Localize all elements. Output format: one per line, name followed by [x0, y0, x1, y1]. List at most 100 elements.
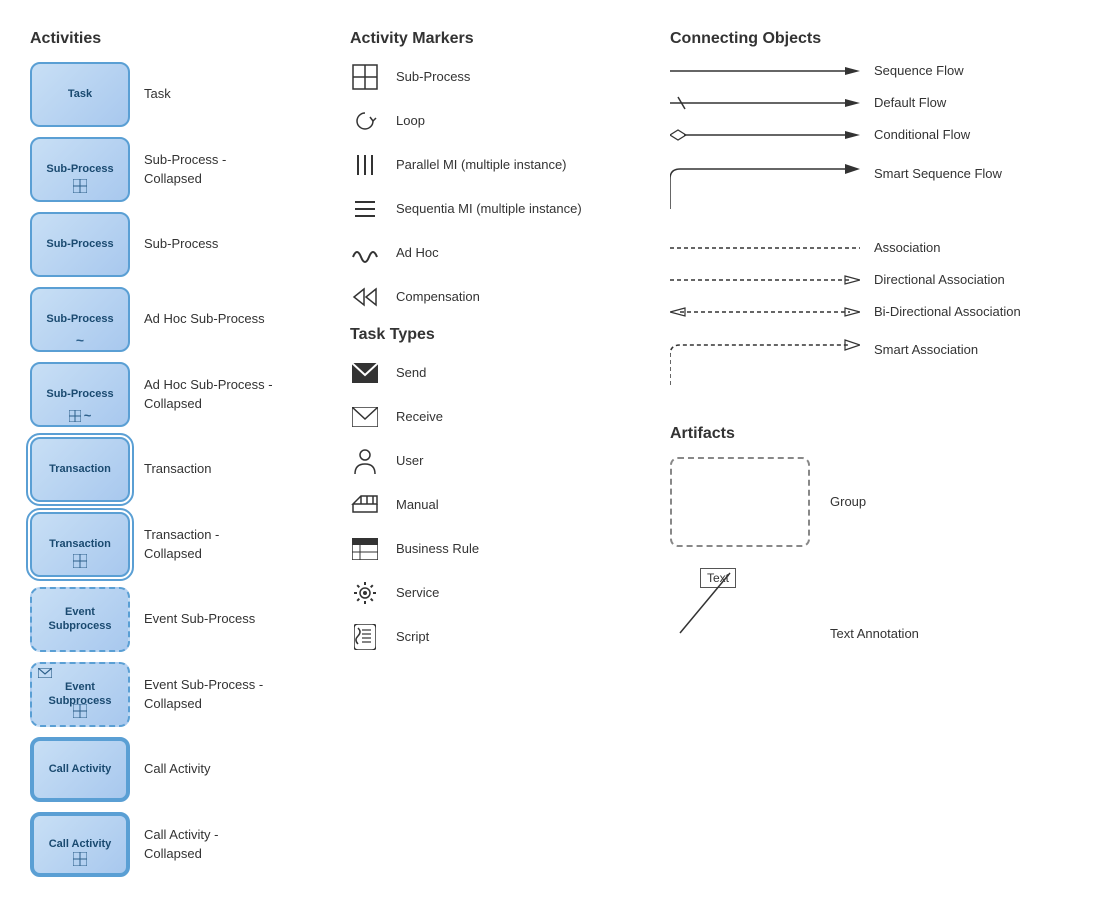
smart-sequence-flow-line: [670, 159, 860, 219]
smart-association-label: Smart Association: [874, 341, 978, 359]
activities-title: Activities: [30, 30, 330, 48]
task-manual: Manual: [350, 490, 650, 520]
task-send: Send: [350, 358, 650, 388]
task-script: Script: [350, 622, 650, 652]
marker-parallel-mi: Parallel MI (multiple instance): [350, 150, 650, 180]
manual-icon: [350, 490, 380, 520]
default-flow-line: [670, 94, 860, 112]
user-label: User: [396, 452, 423, 470]
business-rule-icon: [350, 534, 380, 564]
script-label: Script: [396, 628, 429, 646]
event-sub-process-label: Event Sub-Process: [144, 610, 255, 628]
activity-markers-title: Activity Markers: [350, 30, 650, 48]
directional-association-label: Directional Association: [874, 271, 1005, 289]
transaction-label: Transaction: [144, 460, 211, 478]
transaction-collapsed-shape[interactable]: Transaction: [30, 512, 130, 577]
adhoc-sub-process-collapsed-item: Sub-Process ~ Ad Hoc Sub-Process -Collap…: [30, 362, 330, 427]
event-sub-process-collapsed-label: Event Sub-Process -Collapsed: [144, 676, 263, 712]
connecting-section: Connecting Objects Sequence Flow Default…: [660, 20, 1120, 897]
adhoc-label: Ad Hoc: [396, 244, 439, 262]
grid-marker-icon: [73, 179, 87, 196]
bi-directional-association-line: [670, 303, 860, 321]
send-icon: [350, 358, 380, 388]
sub-process-shape[interactable]: Sub-Process: [30, 212, 130, 277]
sub-process-collapsed-item: Sub-Process Sub-Process -Collapsed: [30, 137, 330, 202]
event-sub-process-collapsed-shape[interactable]: EventSubprocess: [30, 662, 130, 727]
sequential-mi-icon: [350, 194, 380, 224]
connecting-objects-title: Connecting Objects: [670, 30, 1120, 48]
association-line: [670, 239, 860, 257]
sub-process-item: Sub-Process Sub-Process: [30, 212, 330, 277]
annotation-connector-line: [670, 563, 750, 643]
sequence-flow-label: Sequence Flow: [874, 62, 964, 80]
adhoc-sub-process-collapsed-label: Ad Hoc Sub-Process -Collapsed: [144, 376, 273, 412]
parallel-mi-icon: [350, 150, 380, 180]
adhoc-sub-process-item: Sub-Process ~ Ad Hoc Sub-Process: [30, 287, 330, 352]
sequence-flow-line: [670, 62, 860, 80]
sub-process-label: Sub-Process: [144, 235, 218, 253]
task-shape[interactable]: Task: [30, 62, 130, 127]
call-activity-item: Call Activity Call Activity: [30, 737, 330, 802]
task-user: User: [350, 446, 650, 476]
tilde-icon: ~: [76, 332, 84, 348]
transaction-item: Transaction Transaction: [30, 437, 330, 502]
call-activity-collapsed-item: Call Activity Call Activity -Collapsed: [30, 812, 330, 877]
task-business-rule: Business Rule: [350, 534, 650, 564]
parallel-mi-label: Parallel MI (multiple instance): [396, 156, 567, 174]
smart-association-line: [670, 335, 860, 395]
task-types-title: Task Types: [350, 326, 650, 344]
service-label: Service: [396, 584, 439, 602]
call-activity-grid-icon: [73, 852, 87, 869]
transaction-collapsed-label: Transaction -Collapsed: [144, 526, 219, 562]
loop-marker-label: Loop: [396, 112, 425, 130]
default-flow-label: Default Flow: [874, 94, 946, 112]
event-sub-process-shape[interactable]: EventSubprocess: [30, 587, 130, 652]
group-box-shape[interactable]: [670, 457, 810, 547]
sub-process-marker-icon: [350, 62, 380, 92]
task-types-section: Task Types Send: [350, 326, 650, 652]
association-item: Association: [670, 239, 1120, 257]
event-sub-process-item: EventSubprocess Event Sub-Process: [30, 587, 330, 652]
marker-sequential-mi: Sequentia MI (multiple instance): [350, 194, 650, 224]
compensation-icon: [350, 282, 380, 312]
bi-directional-association-label: Bi-Directional Association: [874, 303, 1021, 321]
sequence-flow-item: Sequence Flow: [670, 62, 1120, 80]
sub-process-marker-label: Sub-Process: [396, 68, 470, 86]
manual-label: Manual: [396, 496, 439, 514]
event-grid-icon: [73, 704, 87, 721]
artifacts-title: Artifacts: [670, 425, 1120, 443]
user-icon: [350, 446, 380, 476]
text-annotation-item: Text Text Annotation: [670, 563, 1120, 643]
adhoc-sub-process-collapsed-shape[interactable]: Sub-Process ~: [30, 362, 130, 427]
sub-process-collapsed-label: Sub-Process -Collapsed: [144, 151, 226, 187]
task-receive: Receive: [350, 402, 650, 432]
transaction-collapsed-item: Transaction Transaction -Collapsed: [30, 512, 330, 577]
call-activity-shape[interactable]: Call Activity: [30, 737, 130, 802]
sequential-mi-label: Sequentia MI (multiple instance): [396, 200, 582, 218]
send-label: Send: [396, 364, 426, 382]
transaction-shape[interactable]: Transaction: [30, 437, 130, 502]
loop-marker-icon: [350, 106, 380, 136]
directional-association-line: [670, 271, 860, 289]
task-label: Task: [144, 85, 171, 103]
receive-label: Receive: [396, 408, 443, 426]
compensation-label: Compensation: [396, 288, 480, 306]
call-activity-collapsed-shape[interactable]: Call Activity: [30, 812, 130, 877]
adhoc-icon: [350, 238, 380, 268]
marker-loop: Loop: [350, 106, 650, 136]
directional-association-item: Directional Association: [670, 271, 1120, 289]
event-sub-process-collapsed-item: EventSubprocess Event Sub-Process -Colla…: [30, 662, 330, 727]
group-artifact-item: Group: [670, 457, 1120, 547]
markers-section: Activity Markers Sub-Process Loop: [340, 20, 660, 897]
sub-process-collapsed-shape[interactable]: Sub-Process: [30, 137, 130, 202]
conditional-flow-item: Conditional Flow: [670, 126, 1120, 144]
conditional-flow-line: [670, 126, 860, 144]
adhoc-sub-process-shape[interactable]: Sub-Process ~: [30, 287, 130, 352]
receive-icon: [350, 402, 380, 432]
group-label: Group: [830, 493, 866, 511]
task-item: Task Task: [30, 62, 330, 127]
activities-section: Activities Task Task Sub-Process Sub-P: [20, 20, 340, 897]
script-icon: [350, 622, 380, 652]
conditional-flow-label: Conditional Flow: [874, 126, 970, 144]
service-icon: [350, 578, 380, 608]
